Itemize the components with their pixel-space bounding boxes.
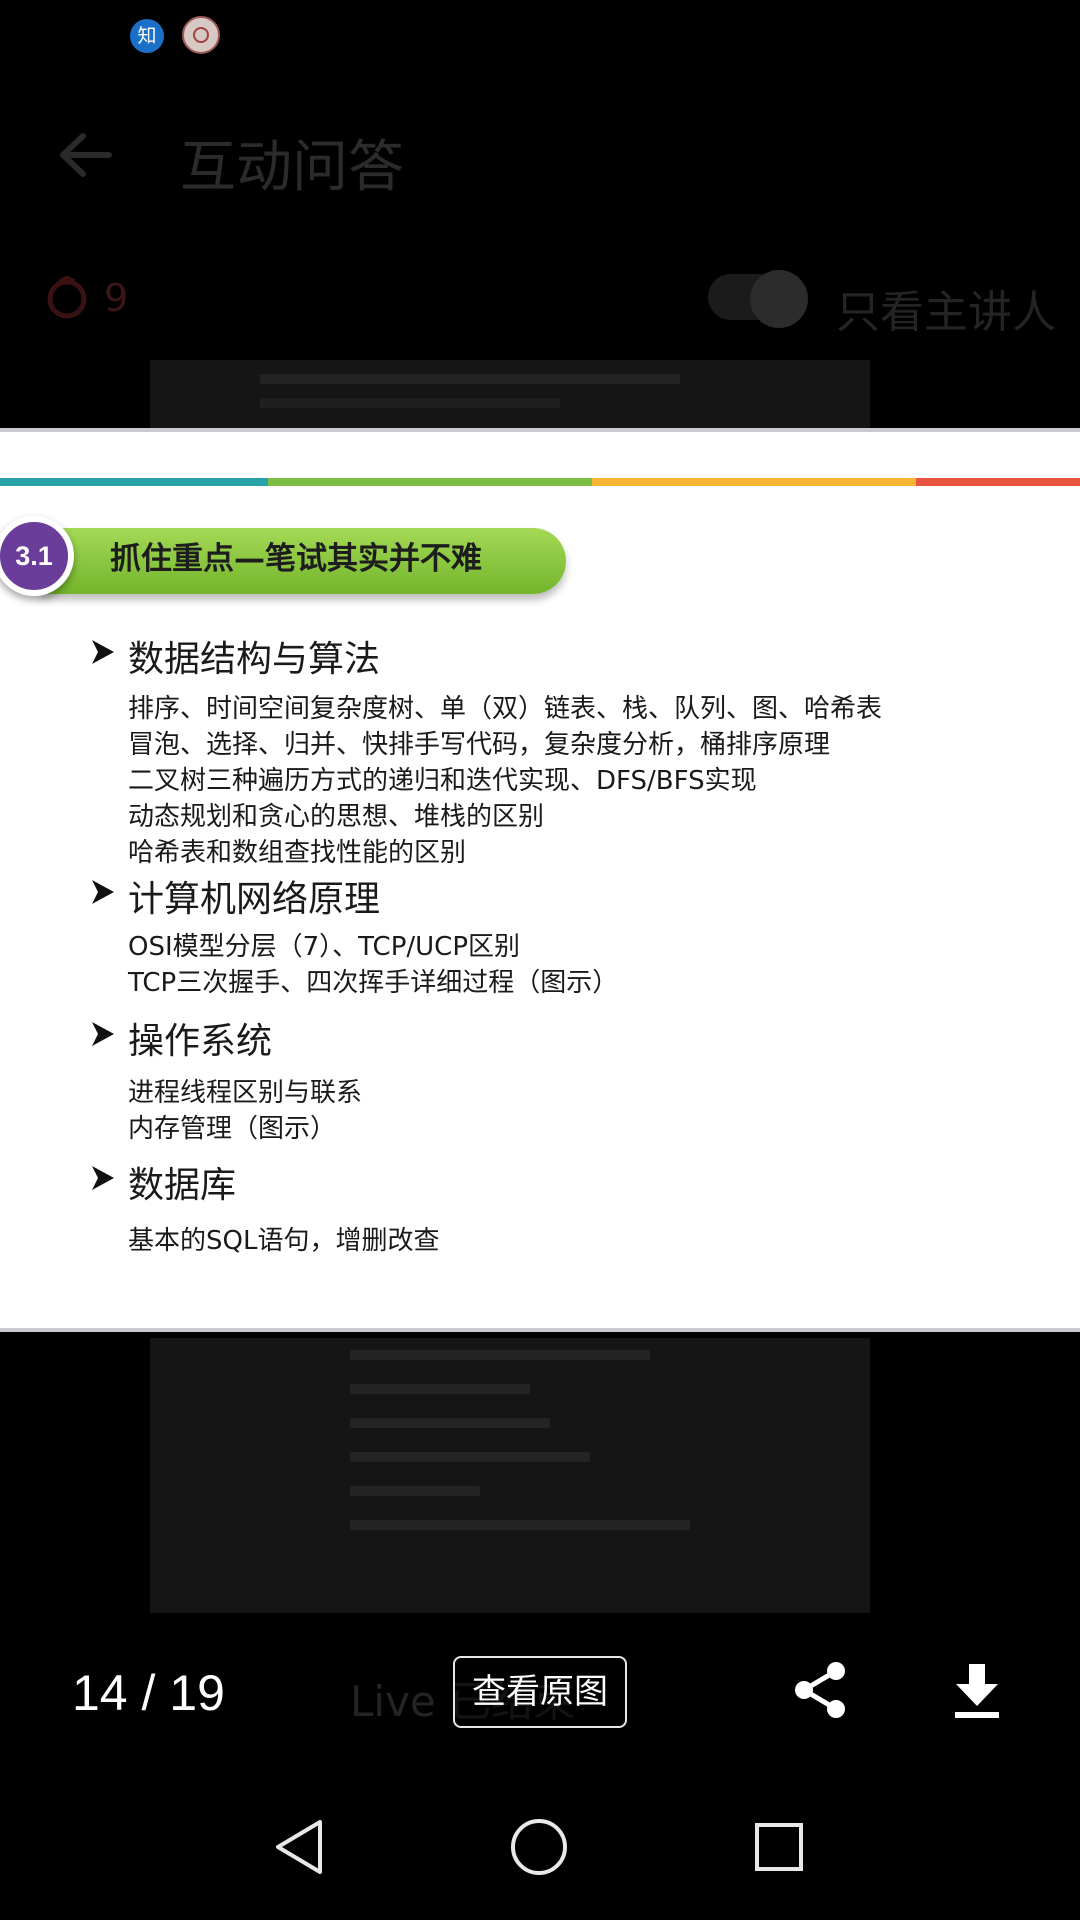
background-text-line — [260, 374, 680, 384]
zhihu-app-icon: 知 — [130, 19, 164, 53]
section-item: 二叉树三种遍历方式的递归和迭代实现、DFS/BFS实现 — [128, 766, 757, 796]
background-text-line — [350, 1418, 550, 1428]
background-text-line — [350, 1486, 480, 1496]
background-text-line — [260, 398, 560, 408]
color-stripe — [916, 478, 1080, 486]
like-count: 9 — [104, 276, 129, 320]
section-item: 哈希表和数组查找性能的区别 — [128, 838, 467, 868]
background-text-line — [350, 1384, 530, 1394]
nav-recent-icon[interactable] — [754, 1822, 804, 1872]
school-emblem-icon — [182, 16, 220, 54]
section-item: 内存管理（图示） — [128, 1114, 337, 1144]
slide-title: 抓住重点—笔试其实并不难 — [110, 541, 482, 577]
background-page-title: 互动问答 — [180, 135, 404, 200]
download-icon[interactable] — [952, 1662, 1002, 1720]
nav-back-icon[interactable] — [272, 1818, 326, 1876]
arrow-bullet-icon — [92, 640, 114, 664]
section-item: 动态规划和贪心的思想、堆栈的区别 — [128, 802, 545, 832]
speaker-only-toggle-knob — [750, 270, 808, 328]
nav-home-icon[interactable] — [510, 1818, 568, 1876]
section-item: 排序、时间空间复杂度树、单（双）链表、栈、队列、图、哈希表 — [128, 694, 883, 724]
section-item: 基本的SQL语句，增删改查 — [128, 1226, 440, 1256]
background-card — [150, 1338, 870, 1613]
section-title: 数据结构与算法 — [128, 639, 381, 680]
section-item: 冒泡、选择、归并、快排手写代码，复杂度分析，桶排序原理 — [128, 730, 831, 760]
section-title: 操作系统 — [128, 1021, 273, 1062]
like-icon — [47, 276, 87, 319]
arrow-bullet-icon — [92, 1022, 114, 1046]
section-item: 进程线程区别与联系 — [128, 1078, 363, 1108]
background-text-line — [350, 1350, 650, 1360]
color-stripe — [592, 478, 916, 486]
color-stripe — [268, 478, 592, 486]
slide-image[interactable]: 抓住重点—笔试其实并不难 3.1 数据结构与算法 排序、时间空间复杂度树、单（双… — [0, 428, 1080, 1332]
page-counter: 14 / 19 — [72, 1665, 225, 1721]
image-viewer-screen: 知 互动问答 9 只看主讲人 Live 已结束 抓住重点—笔试其实并不难 3.1 — [0, 0, 1080, 1920]
arrow-bullet-icon — [92, 880, 114, 904]
background-text-line — [350, 1452, 590, 1462]
speaker-only-label: 只看主讲人 — [836, 287, 1056, 338]
arrow-bullet-icon — [92, 1166, 114, 1190]
section-title: 数据库 — [128, 1165, 237, 1206]
background-card — [150, 360, 870, 428]
color-stripe — [0, 478, 268, 486]
status-bar: 知 — [0, 0, 1080, 72]
share-icon[interactable] — [792, 1660, 850, 1720]
back-arrow-icon — [60, 133, 112, 177]
background-text-line — [350, 1520, 690, 1530]
section-title: 计算机网络原理 — [128, 879, 381, 920]
section-item: TCP三次握手、四次挥手详细过程（图示） — [128, 968, 619, 998]
view-original-button[interactable]: 查看原图 — [453, 1656, 627, 1728]
section-item: OSI模型分层（7）、TCP/UCP区别 — [128, 932, 520, 962]
